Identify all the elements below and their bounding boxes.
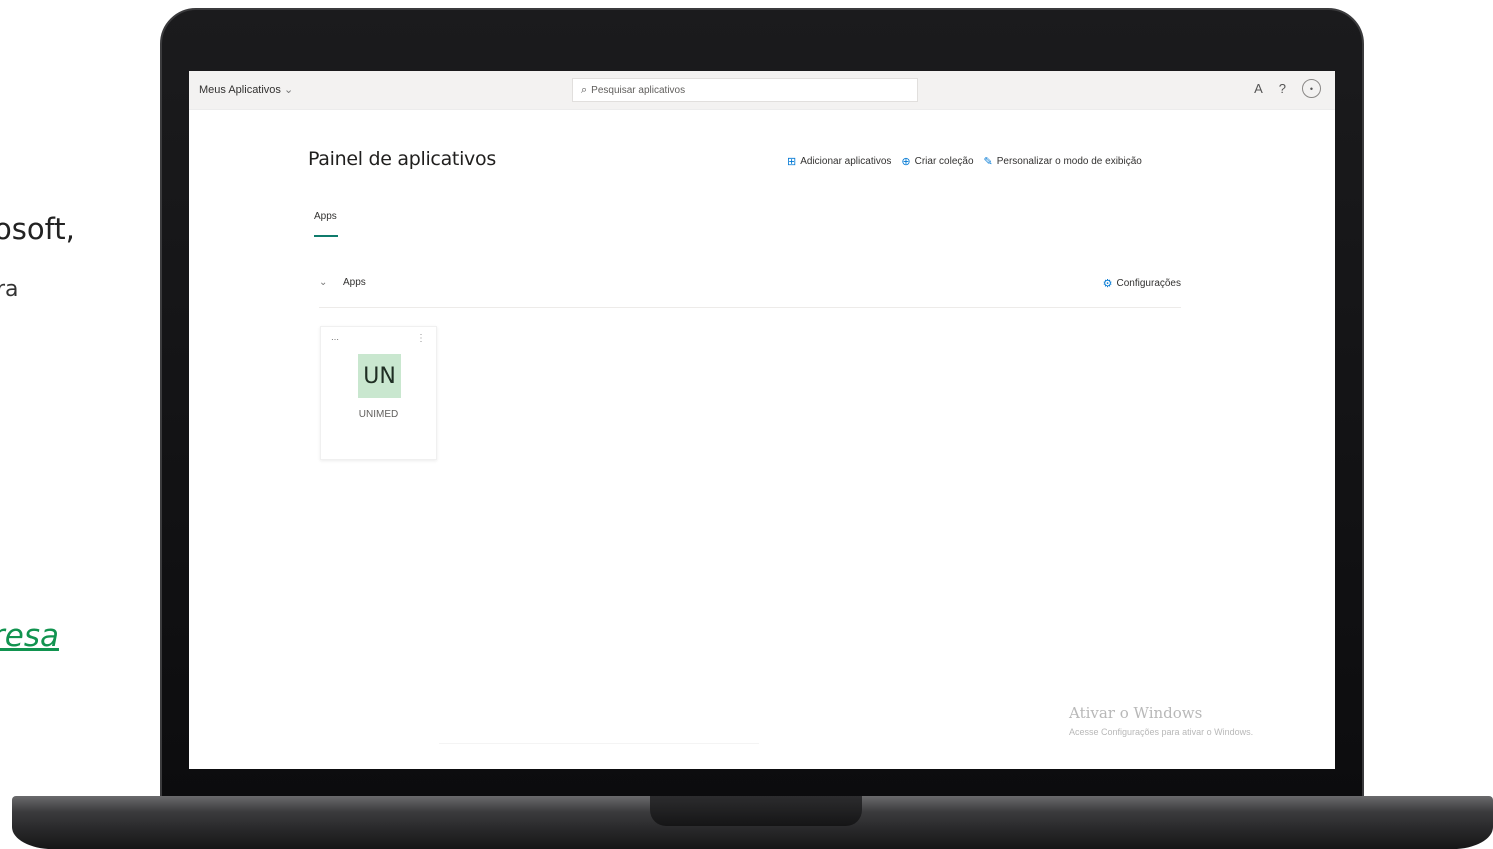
search-placeholder: Pesquisar aplicativos bbox=[591, 84, 686, 96]
customize-view-button[interactable]: ✎ Personalizar o modo de exibição bbox=[984, 155, 1142, 168]
create-collection-button[interactable]: ⊕ Criar coleção bbox=[901, 155, 973, 168]
tab-active-indicator bbox=[314, 235, 338, 237]
add-apps-label: Adicionar aplicativos bbox=[800, 156, 892, 167]
app-title-menu[interactable]: Meus Aplicativos ⌄ bbox=[199, 83, 293, 96]
app-tile-unimed[interactable]: ⋯ ⋮ UN UNIMED bbox=[320, 326, 437, 460]
activate-windows-watermark: Ativar o Windows Acesse Configurações pa… bbox=[1069, 704, 1253, 737]
top-bar: Meus Aplicativos ⌄ ⌕ Pesquisar aplicativo… bbox=[189, 71, 1335, 110]
search-input[interactable]: ⌕ Pesquisar aplicativos bbox=[572, 78, 918, 102]
add-app-icon: ⊞ bbox=[787, 156, 797, 168]
watermark-subtitle: Acesse Configurações para ativar o Windo… bbox=[1069, 727, 1254, 737]
create-collection-label: Criar coleção bbox=[914, 156, 974, 167]
add-apps-button[interactable]: ⊞ Adicionar aplicativos bbox=[787, 155, 891, 168]
account-icon[interactable]: • bbox=[1302, 79, 1321, 98]
slide-link-text[interactable]: resa bbox=[0, 618, 59, 654]
chevron-down-icon: ⌄ bbox=[283, 84, 294, 96]
app-title: Meus Aplicativos bbox=[199, 84, 281, 96]
page-title: Painel de aplicativos bbox=[308, 148, 496, 170]
action-bar: ⊞ Adicionar aplicativos ⊕ Criar coleção … bbox=[787, 155, 1142, 168]
divider bbox=[439, 743, 759, 744]
search-icon: ⌕ bbox=[581, 83, 588, 96]
settings-label: Configurações bbox=[1116, 278, 1181, 289]
app-tile-label: UNIMED bbox=[358, 409, 399, 420]
gear-icon: ⚙ bbox=[1102, 278, 1113, 290]
slide-text-line-2: ra bbox=[0, 277, 19, 302]
avatar-glyph: • bbox=[1309, 83, 1314, 94]
laptop-notch bbox=[650, 796, 862, 826]
group-name: Apps bbox=[343, 277, 366, 288]
customize-view-label: Personalizar o modo de exibição bbox=[996, 156, 1142, 167]
watermark-title: Ativar o Windows bbox=[1069, 704, 1203, 722]
chevron-down-icon[interactable]: ⌄ bbox=[319, 277, 327, 288]
pen-icon: ✎ bbox=[983, 156, 993, 168]
slide-text-line-1: osoft, bbox=[0, 212, 75, 246]
tile-menu-icon[interactable]: ⋯ bbox=[331, 335, 339, 344]
tab-apps[interactable]: Apps bbox=[314, 211, 337, 222]
help-icon[interactable]: ? bbox=[1279, 81, 1286, 96]
more-options-icon[interactable]: ⋮ bbox=[416, 333, 426, 344]
apps-group-header: ⌄ Apps ⚙ Configurações bbox=[319, 277, 1181, 308]
top-right-icons: A ? • bbox=[1254, 79, 1321, 98]
text-icon[interactable]: A bbox=[1254, 81, 1263, 96]
app-initials-badge: UN bbox=[358, 354, 401, 398]
settings-button[interactable]: ⚙ Configurações bbox=[1103, 277, 1181, 290]
laptop-screen: Meus Aplicativos ⌄ ⌕ Pesquisar aplicativo… bbox=[189, 71, 1335, 769]
add-collection-icon: ⊕ bbox=[901, 156, 911, 168]
